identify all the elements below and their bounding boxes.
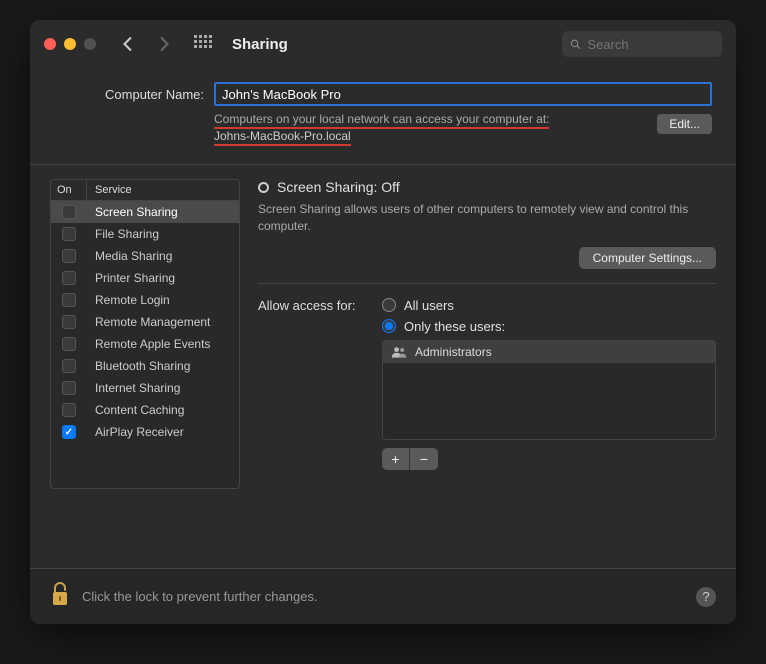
service-row[interactable]: Remote Management bbox=[51, 311, 239, 333]
lock-bar: Click the lock to prevent further change… bbox=[30, 568, 736, 624]
radio-all-users[interactable] bbox=[382, 298, 396, 312]
window-controls bbox=[44, 38, 96, 50]
sharing-preferences-window: Sharing Computer Name: Computers on your… bbox=[30, 20, 736, 624]
computer-name-subtext: Computers on your local network can acce… bbox=[214, 112, 549, 129]
close-window-button[interactable] bbox=[44, 38, 56, 50]
column-service: Service bbox=[87, 180, 239, 200]
service-row[interactable]: Content Caching bbox=[51, 399, 239, 421]
main-area: On Service Screen Sharing File Sharing Med… bbox=[30, 165, 736, 568]
service-label: Internet Sharing bbox=[87, 381, 239, 395]
divider bbox=[258, 283, 716, 284]
zoom-window-button[interactable] bbox=[84, 38, 96, 50]
service-label: Printer Sharing bbox=[87, 271, 239, 285]
search-icon bbox=[570, 38, 581, 51]
minimize-window-button[interactable] bbox=[64, 38, 76, 50]
service-checkbox[interactable] bbox=[62, 337, 76, 351]
radio-only-users[interactable] bbox=[382, 319, 396, 333]
service-label: Remote Management bbox=[87, 315, 239, 329]
service-label: Remote Login bbox=[87, 293, 239, 307]
search-field[interactable] bbox=[562, 31, 722, 57]
service-checkbox[interactable] bbox=[62, 359, 76, 373]
user-label: Administrators bbox=[415, 345, 492, 359]
services-header: On Service bbox=[51, 180, 239, 201]
help-button[interactable]: ? bbox=[696, 587, 716, 607]
status-indicator-icon bbox=[258, 182, 269, 193]
service-label: Content Caching bbox=[87, 403, 239, 417]
service-detail: Screen Sharing: Off Screen Sharing allow… bbox=[258, 179, 716, 558]
service-label: Bluetooth Sharing bbox=[87, 359, 239, 373]
computer-name-label: Computer Name: bbox=[54, 87, 204, 102]
service-row[interactable]: Printer Sharing bbox=[51, 267, 239, 289]
service-row[interactable]: Internet Sharing bbox=[51, 377, 239, 399]
computer-name-input[interactable] bbox=[214, 82, 712, 106]
window-title: Sharing bbox=[232, 36, 288, 53]
service-checkbox[interactable] bbox=[62, 381, 76, 395]
service-checkbox[interactable] bbox=[62, 249, 76, 263]
users-icon bbox=[391, 346, 407, 358]
edit-hostname-button[interactable]: Edit... bbox=[657, 114, 712, 134]
service-row[interactable]: ✓ AirPlay Receiver bbox=[51, 421, 239, 443]
computer-settings-button[interactable]: Computer Settings... bbox=[579, 247, 716, 269]
computer-hostname: Johns-MacBook-Pro.local bbox=[214, 129, 351, 146]
remove-user-button[interactable]: − bbox=[410, 448, 438, 470]
service-label: Remote Apple Events bbox=[87, 337, 239, 351]
access-label: Allow access for: bbox=[258, 298, 376, 470]
service-checkbox[interactable] bbox=[62, 315, 76, 329]
service-row[interactable]: File Sharing bbox=[51, 223, 239, 245]
service-description: Screen Sharing allows users of other com… bbox=[258, 201, 716, 235]
service-checkbox[interactable] bbox=[62, 227, 76, 241]
computer-name-section: Computer Name: Computers on your local n… bbox=[30, 68, 736, 164]
service-checkbox[interactable] bbox=[62, 403, 76, 417]
service-label: Screen Sharing bbox=[87, 205, 239, 219]
titlebar: Sharing bbox=[30, 20, 736, 68]
service-row[interactable]: Screen Sharing bbox=[51, 201, 239, 223]
service-label: File Sharing bbox=[87, 227, 239, 241]
radio-only-users-label: Only these users: bbox=[404, 319, 505, 334]
service-row[interactable]: Remote Apple Events bbox=[51, 333, 239, 355]
radio-all-users-label: All users bbox=[404, 298, 454, 313]
show-all-icon[interactable] bbox=[194, 35, 212, 53]
service-label: AirPlay Receiver bbox=[87, 425, 239, 439]
service-checkbox[interactable] bbox=[62, 293, 76, 307]
add-user-button[interactable]: + bbox=[382, 448, 410, 470]
service-checkbox[interactable] bbox=[62, 205, 76, 219]
user-row: Administrators bbox=[383, 341, 715, 363]
service-row[interactable]: Bluetooth Sharing bbox=[51, 355, 239, 377]
service-checkbox[interactable]: ✓ bbox=[62, 425, 76, 439]
service-checkbox[interactable] bbox=[62, 271, 76, 285]
forward-button[interactable] bbox=[150, 32, 178, 56]
service-row[interactable]: Media Sharing bbox=[51, 245, 239, 267]
lock-text: Click the lock to prevent further change… bbox=[82, 589, 318, 604]
add-remove-control: + − bbox=[382, 448, 716, 470]
services-table: On Service Screen Sharing File Sharing Med… bbox=[50, 179, 240, 489]
service-row[interactable]: Remote Login bbox=[51, 289, 239, 311]
search-input[interactable] bbox=[587, 37, 714, 52]
back-button[interactable] bbox=[114, 32, 142, 56]
users-list[interactable]: Administrators bbox=[382, 340, 716, 440]
service-label: Media Sharing bbox=[87, 249, 239, 263]
status-title: Screen Sharing: Off bbox=[277, 179, 400, 195]
column-on: On bbox=[51, 180, 87, 200]
lock-icon[interactable] bbox=[50, 582, 70, 611]
